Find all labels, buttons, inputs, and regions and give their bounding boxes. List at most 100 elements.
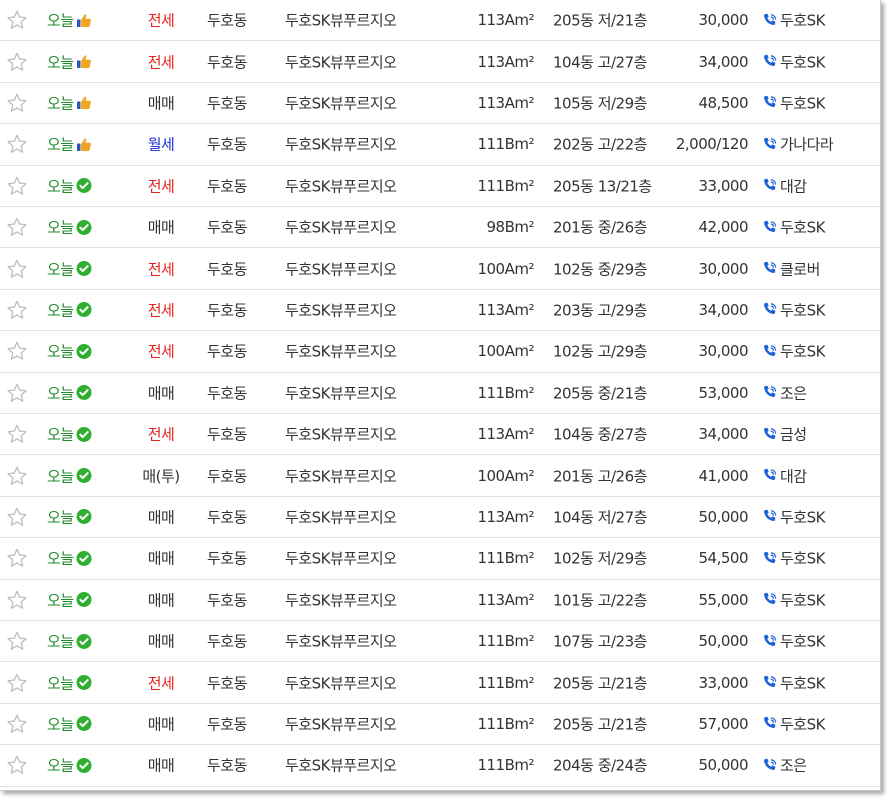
phone-icon[interactable] (762, 261, 778, 277)
table-row[interactable]: 오늘 전세 두호동 두호SK뷰푸르지오 113Am² 205동 저/21층 30,000 두호… (0, 0, 880, 42)
table-row[interactable]: 오늘 매매 두호동 두호SK뷰푸르지오 98Bm² 201동 중/26층 42,000 두호S… (0, 207, 880, 249)
agent-contact[interactable]: 금성 (762, 424, 807, 445)
favorite-star-icon[interactable] (6, 340, 28, 362)
agent-contact[interactable]: 두호SK (762, 51, 825, 72)
favorite-star-icon[interactable] (6, 713, 28, 735)
phone-icon[interactable] (762, 54, 778, 70)
table-row[interactable]: 오늘 전세 두호동 두호SK뷰푸르지오 113Am² 104동 중/27층 34,000 금성 (0, 414, 880, 456)
table-row[interactable]: 오늘 매매 두호동 두호SK뷰푸르지오 113Am² 105동 저/29층 48,500 두호… (0, 83, 880, 125)
apartment-name-link[interactable]: 두호SK뷰푸르지오 (285, 10, 397, 31)
table-row[interactable]: 오늘 매매 두호동 두호SK뷰푸르지오 113Am² 101동 고/22층 55,000 두호… (0, 580, 880, 621)
phone-icon[interactable] (762, 178, 778, 194)
phone-icon[interactable] (762, 550, 778, 566)
apartment-name-link[interactable]: 두호SK뷰푸르지오 (285, 175, 397, 196)
table-row[interactable]: 오늘 매매 두호동 두호SK뷰푸르지오 111Bm² 107동 고/23층 50,000 두호… (0, 621, 880, 663)
agent-name[interactable]: 대감 (780, 465, 807, 486)
favorite-star-icon[interactable] (6, 589, 28, 611)
favorite-star-icon[interactable] (6, 423, 28, 445)
agent-contact[interactable]: 두호SK (762, 548, 825, 569)
apartment-name-link[interactable]: 두호SK뷰푸르지오 (285, 258, 397, 279)
agent-name[interactable]: 두호SK (780, 10, 825, 31)
table-row[interactable]: 오늘 전세 두호동 두호SK뷰푸르지오 111Bm² 205동 고/21층 33,000 두호… (0, 662, 880, 704)
agent-name[interactable]: 금성 (780, 424, 807, 445)
apartment-name-link[interactable]: 두호SK뷰푸르지오 (285, 713, 397, 734)
phone-icon[interactable] (762, 757, 778, 773)
phone-icon[interactable] (762, 385, 778, 401)
table-row[interactable]: 오늘 전세 두호동 두호SK뷰푸르지오 100Am² 102동 고/29층 30,000 두호… (0, 331, 880, 373)
phone-icon[interactable] (762, 12, 778, 28)
table-row[interactable]: 오늘 매(투) 두호동 두호SK뷰푸르지오 100Am² 201동 고/26층 41,000… (0, 455, 880, 497)
phone-icon[interactable] (762, 95, 778, 111)
phone-icon[interactable] (762, 675, 778, 691)
agent-contact[interactable]: 클로버 (762, 258, 820, 279)
agent-contact[interactable]: 조은 (762, 382, 807, 403)
apartment-name-link[interactable]: 두호SK뷰푸르지오 (285, 589, 397, 610)
table-row[interactable]: 오늘 전세 두호동 두호SK뷰푸르지오 111Bm² 205동 13/21층 33,000 대… (0, 166, 880, 207)
apartment-name-link[interactable]: 두호SK뷰푸르지오 (285, 341, 397, 362)
agent-contact[interactable]: 두호SK (762, 217, 825, 238)
favorite-star-icon[interactable] (6, 630, 28, 652)
apartment-name-link[interactable]: 두호SK뷰푸르지오 (285, 92, 397, 113)
agent-name[interactable]: 두호SK (780, 217, 825, 238)
table-row[interactable]: 오늘 매매 두호동 두호SK뷰푸르지오 111Bm² 102동 저/29층 54,500 두호… (0, 538, 880, 580)
apartment-name-link[interactable]: 두호SK뷰푸르지오 (285, 134, 397, 155)
phone-icon[interactable] (762, 592, 778, 608)
favorite-star-icon[interactable] (6, 465, 28, 487)
apartment-name-link[interactable]: 두호SK뷰푸르지오 (285, 299, 397, 320)
agent-contact[interactable]: 두호SK (762, 506, 825, 527)
agent-contact[interactable]: 가나다라 (762, 134, 834, 155)
agent-name[interactable]: 클로버 (780, 258, 820, 279)
favorite-star-icon[interactable] (6, 382, 28, 404)
agent-contact[interactable]: 두호SK (762, 672, 825, 693)
table-row[interactable]: 오늘 매매 두호동 두호SK뷰푸르지오 111Bm² 205동 중/21층 53,000 조은 (0, 373, 880, 414)
apartment-name-link[interactable]: 두호SK뷰푸르지오 (285, 631, 397, 652)
favorite-star-icon[interactable] (6, 506, 28, 528)
agent-name[interactable]: 두호SK (780, 548, 825, 569)
agent-name[interactable]: 두호SK (780, 672, 825, 693)
table-row[interactable]: 오늘 전세 두호동 두호SK뷰푸르지오 113Am² 203동 고/29층 34,000 두호… (0, 290, 880, 332)
apartment-name-link[interactable]: 두호SK뷰푸르지오 (285, 465, 397, 486)
apartment-name-link[interactable]: 두호SK뷰푸르지오 (285, 672, 397, 693)
agent-contact[interactable]: 두호SK (762, 589, 825, 610)
apartment-name-link[interactable]: 두호SK뷰푸르지오 (285, 548, 397, 569)
agent-contact[interactable]: 대감 (762, 175, 807, 196)
favorite-star-icon[interactable] (6, 672, 28, 694)
agent-name[interactable]: 두호SK (780, 51, 825, 72)
phone-icon[interactable] (762, 716, 778, 732)
table-row[interactable]: 오늘 매매 두호동 두호SK뷰푸르지오 111Bm² 204동 중/24층 50,000 조은 (0, 745, 880, 787)
agent-contact[interactable]: 두호SK (762, 10, 825, 31)
agent-name[interactable]: 조은 (780, 755, 807, 776)
agent-name[interactable]: 대감 (780, 175, 807, 196)
agent-name[interactable]: 조은 (780, 382, 807, 403)
phone-icon[interactable] (762, 468, 778, 484)
agent-name[interactable]: 두호SK (780, 589, 825, 610)
favorite-star-icon[interactable] (6, 547, 28, 569)
apartment-name-link[interactable]: 두호SK뷰푸르지오 (285, 382, 397, 403)
phone-icon[interactable] (762, 219, 778, 235)
agent-contact[interactable]: 대감 (762, 465, 807, 486)
agent-contact[interactable]: 두호SK (762, 341, 825, 362)
favorite-star-icon[interactable] (6, 175, 28, 197)
agent-name[interactable]: 두호SK (780, 506, 825, 527)
phone-icon[interactable] (762, 509, 778, 525)
agent-contact[interactable]: 두호SK (762, 631, 825, 652)
agent-name[interactable]: 가나다라 (780, 134, 834, 155)
agent-name[interactable]: 두호SK (780, 299, 825, 320)
table-row[interactable]: 오늘 전세 두호동 두호SK뷰푸르지오 100Am² 102동 중/29층 30,000 클로… (0, 248, 880, 290)
favorite-star-icon[interactable] (6, 216, 28, 238)
phone-icon[interactable] (762, 343, 778, 359)
phone-icon[interactable] (762, 633, 778, 649)
favorite-star-icon[interactable] (6, 92, 28, 114)
agent-contact[interactable]: 두호SK (762, 299, 825, 320)
favorite-star-icon[interactable] (6, 754, 28, 776)
apartment-name-link[interactable]: 두호SK뷰푸르지오 (285, 217, 397, 238)
phone-icon[interactable] (762, 136, 778, 152)
table-row[interactable]: 오늘 전세 두호동 두호SK뷰푸르지오 113Am² 104동 고/27층 34,000 두호… (0, 41, 880, 83)
agent-name[interactable]: 두호SK (780, 713, 825, 734)
table-row[interactable]: 오늘 월세 두호동 두호SK뷰푸르지오 111Bm² 202동 고/22층 2,000/12… (0, 124, 880, 166)
apartment-name-link[interactable]: 두호SK뷰푸르지오 (285, 51, 397, 72)
apartment-name-link[interactable]: 두호SK뷰푸르지오 (285, 755, 397, 776)
phone-icon[interactable] (762, 302, 778, 318)
favorite-star-icon[interactable] (6, 9, 28, 31)
table-row[interactable]: 오늘 매매 두호동 두호SK뷰푸르지오 111Bm² 205동 고/21층 57,000 두호… (0, 704, 880, 746)
